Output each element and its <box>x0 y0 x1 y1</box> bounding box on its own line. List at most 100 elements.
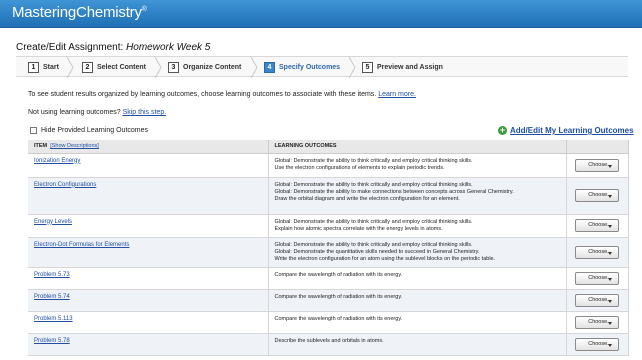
brand-mark: ® <box>141 6 147 13</box>
show-descriptions-link[interactable]: [Show Descriptions] <box>50 143 99 149</box>
item-cell: Electron-Dot Formulas for Elements <box>28 237 269 268</box>
choose-outcome-dropdown[interactable]: Choose... <box>575 271 619 285</box>
item-cell: Energy Levels <box>28 214 269 238</box>
step-specify-outcomes[interactable]: 4 Specify Outcomes <box>264 61 340 74</box>
item-cell: Ionization Energy <box>28 153 269 178</box>
action-cell: Choose... <box>566 311 629 334</box>
items-table: ITEM [Show Descriptions] LEARNING OUTCOM… <box>28 140 629 356</box>
item-header-label: ITEM <box>34 143 48 150</box>
choose-outcome-dropdown[interactable]: Choose... <box>575 293 619 307</box>
chevron-down-icon <box>608 195 612 198</box>
outcome-text: Compare the wavelength of radiation with… <box>274 293 403 300</box>
step-separator-icon <box>348 57 356 78</box>
item-link[interactable]: Problem 5.73 <box>34 272 70 278</box>
app-header: MasteringChemistry® <box>0 0 642 28</box>
assignment-name: Homework Week 5 <box>126 42 211 53</box>
outcome-text: Compare the wavelength of radiation with… <box>274 271 403 278</box>
choose-outcome-dropdown[interactable]: Choose... <box>575 315 619 329</box>
chevron-down-icon <box>608 225 612 228</box>
step-separator-icon <box>154 57 162 78</box>
outcome-text: Global: Demonstrate the ability to make … <box>274 188 514 195</box>
action-cell: Choose... <box>566 289 629 312</box>
column-header-outcomes: LEARNING OUTCOMES <box>268 140 567 154</box>
chevron-down-icon <box>608 277 612 281</box>
table-row: Energy Levels Global: Demonstrate the abi… <box>28 214 629 238</box>
outcomes-cell: Compare the wavelength of radiation with… <box>268 267 567 290</box>
item-cell: Problem 5.74 <box>28 289 269 312</box>
outcomes-cell: Describe the sublevels and orbitals in a… <box>268 333 567 356</box>
outcomes-cell: Global: Demonstrate the ability to think… <box>268 214 567 238</box>
step-organize-content[interactable]: 3 Organize Content <box>168 61 241 74</box>
item-link[interactable]: Electron-Dot Formulas for Elements <box>34 242 129 248</box>
column-header-action <box>566 140 629 154</box>
step-number: 2 <box>82 62 93 73</box>
item-cell: Electron Configurations <box>28 177 269 215</box>
item-link[interactable]: Ionization Energy <box>34 158 80 164</box>
choose-outcome-dropdown[interactable]: Choose... <box>575 245 619 259</box>
intro-text: To see student results organized by lear… <box>28 91 377 98</box>
chevron-down-icon <box>608 251 612 255</box>
step-label: Preview and Assign <box>377 64 443 71</box>
skip-step-link[interactable]: Skip this step. <box>123 109 167 116</box>
outcome-text: Explain how atomic spectra correlate wit… <box>274 225 443 232</box>
brand-logo[interactable]: MasteringChemistry® <box>12 4 147 21</box>
add-edit-outcomes[interactable]: + Add/Edit My Learning Outcomes <box>498 126 634 135</box>
item-link[interactable]: Problem 5.74 <box>34 294 70 300</box>
chevron-down-icon <box>608 321 612 325</box>
hide-outcomes-toggle[interactable]: Hide Provided Learning Outcomes <box>30 127 148 134</box>
step-number: 3 <box>168 62 179 73</box>
item-link[interactable]: Electron Configurations <box>34 182 96 188</box>
page-title-prefix: Create/Edit Assignment: <box>16 42 124 53</box>
table-row: Problem 5.73 Compare the wavelength of ra… <box>28 267 629 290</box>
hide-outcomes-checkbox[interactable] <box>30 127 37 134</box>
outcome-text: Draw the orbital diagram and write the e… <box>274 195 460 202</box>
choose-outcome-dropdown[interactable]: Choose... <box>575 158 619 172</box>
outcome-text: Global: Demonstrate the ability to think… <box>274 218 473 225</box>
step-separator-icon <box>250 57 258 78</box>
step-label: Select Content <box>97 64 147 71</box>
outcome-text: Global: Demonstrate the ability to think… <box>274 241 473 248</box>
action-cell: Choose... <box>566 267 629 290</box>
page-title: Create/Edit Assignment: Homework Week 5 <box>16 42 210 53</box>
item-link[interactable]: Problem 5.113 <box>34 316 73 322</box>
outcome-text: Write the electron configuration for an … <box>274 255 496 262</box>
outcome-text: Use the electron configurations of eleme… <box>274 164 445 171</box>
outcome-text: Describe the sublevels and orbitals in a… <box>274 337 384 344</box>
hide-outcomes-label: Hide Provided Learning Outcomes <box>41 127 149 134</box>
action-cell: Choose... <box>566 177 629 215</box>
item-link[interactable]: Problem 5.78 <box>34 338 70 344</box>
outcome-text: Global: Demonstrate the ability to think… <box>274 157 473 164</box>
step-select-content[interactable]: 2 Select Content <box>82 61 146 74</box>
outcome-text: Global: Demonstrate the quantitative ski… <box>274 248 480 255</box>
learn-more-link[interactable]: Learn more. <box>378 91 416 98</box>
outcomes-cell: Global: Demonstrate the ability to think… <box>268 153 567 178</box>
chevron-down-icon <box>608 164 612 168</box>
chevron-down-icon <box>608 343 612 347</box>
outcomes-cell: Compare the wavelength of radiation with… <box>268 311 567 334</box>
step-number: 1 <box>28 62 39 73</box>
skip-row: Not using learning outcomes? Skip this s… <box>28 109 166 116</box>
step-start[interactable]: 1 Start <box>28 61 59 74</box>
items-table-body: Ionization Energy Global: Demonstrate the… <box>28 153 629 356</box>
skip-question: Not using learning outcomes? <box>28 109 121 116</box>
item-cell: Problem 5.78 <box>28 333 269 356</box>
item-cell: Problem 5.73 <box>28 267 269 290</box>
choose-outcome-dropdown[interactable]: Choose... <box>575 337 619 351</box>
item-cell: Problem 5.113 <box>28 311 269 334</box>
action-cell: Choose... <box>566 237 629 268</box>
wizard-steps: 1 Start 2 Select Content 3 Organize Cont… <box>16 56 628 78</box>
table-row: Ionization Energy Global: Demonstrate the… <box>28 153 629 178</box>
table-row: Electron Configurations Global: Demonstra… <box>28 177 629 215</box>
table-row: Problem 5.78 Describe the sublevels and o… <box>28 333 629 356</box>
item-link[interactable]: Energy Levels <box>34 219 72 225</box>
table-row: Problem 5.74 Compare the wavelength of ra… <box>28 289 629 312</box>
choose-outcome-dropdown[interactable]: Choose... <box>575 189 619 202</box>
choose-outcome-dropdown[interactable]: Choose... <box>575 219 619 232</box>
outcomes-intro: To see student results organized by lear… <box>28 91 416 98</box>
outcomes-cell: Global: Demonstrate the ability to think… <box>268 237 567 268</box>
table-row: Problem 5.113 Compare the wavelength of r… <box>28 311 629 334</box>
step-number: 4 <box>264 62 275 73</box>
add-edit-outcomes-link[interactable]: Add/Edit My Learning Outcomes <box>510 126 634 135</box>
step-preview-assign[interactable]: 5 Preview and Assign <box>362 61 443 74</box>
add-icon: + <box>498 125 507 135</box>
